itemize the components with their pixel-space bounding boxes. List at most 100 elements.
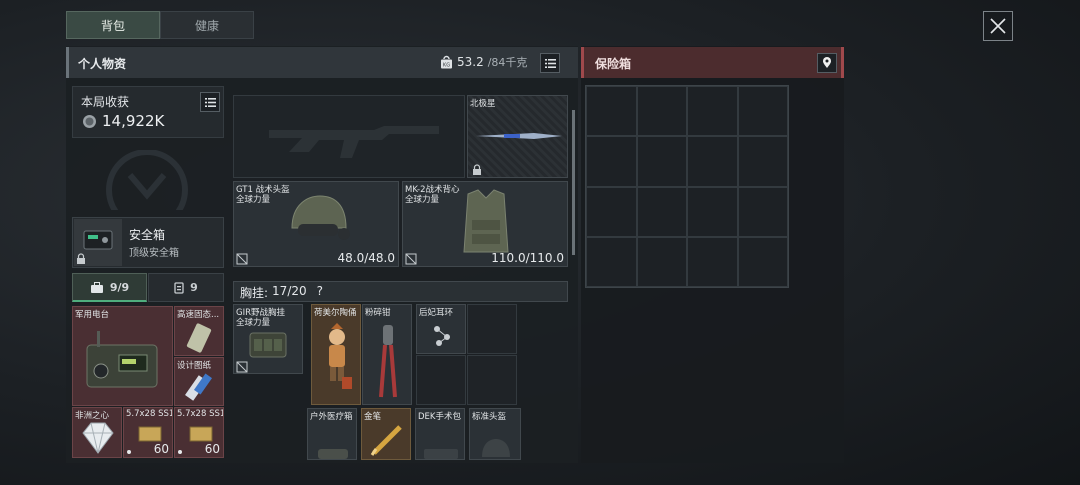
scrollbar[interactable] (572, 110, 575, 255)
rig-item-figurine[interactable]: 荷美尔陶俑 (311, 304, 361, 405)
backpack-item-diamond[interactable]: 非洲之心 (72, 407, 122, 458)
rig-capacity: 9 (190, 281, 198, 294)
chest-rig-capacity: 胸挂: 17/20 ? (240, 284, 323, 301)
chest-rig-count: 17/20 (272, 284, 307, 298)
item-name: 北极星 (470, 99, 496, 109)
loot-value: 14,922K (102, 112, 165, 130)
item-name: DEK手术包 (418, 412, 461, 422)
rig-empty-slot[interactable] (467, 304, 517, 354)
pen-icon (370, 425, 402, 456)
diamond-icon (82, 422, 114, 454)
help-button[interactable]: ? (317, 284, 323, 301)
coin-icon (83, 114, 96, 128)
panel-title: 个人物资 (78, 57, 127, 71)
helmet-durability: 48.0/48.0 (337, 251, 395, 265)
safe-title: 保险箱 (595, 57, 632, 71)
weapon-slot[interactable] (233, 95, 465, 178)
safebox-image (74, 219, 122, 266)
chest-rig-label: 胸挂: (240, 286, 269, 300)
helmet-icon (482, 439, 510, 457)
tab-health[interactable]: 健康 (160, 11, 254, 39)
item-name: 粉碎钳 (365, 308, 391, 318)
rig-item-surgery-kit[interactable]: DEK手术包 (415, 408, 465, 460)
faction-emblem (106, 150, 188, 210)
backpack-item-blueprint[interactable]: 设计图纸 (174, 357, 224, 406)
no-repair-icon (405, 253, 417, 265)
rig-item-earring[interactable]: 后妃耳环 (416, 304, 466, 354)
chest-rig-slot[interactable]: GIR野战胸挂 全球力量 (233, 304, 303, 374)
earring-icon (434, 326, 450, 346)
location-pin-icon (823, 57, 831, 68)
rig-empty-slot[interactable] (467, 355, 517, 405)
backpack-icon (90, 281, 103, 293)
weight-current: 53.2 (457, 55, 484, 69)
helmet-icon (291, 195, 350, 240)
lock-icon (473, 164, 481, 175)
medkit-icon (318, 449, 348, 459)
figurine-icon (329, 323, 352, 389)
list-icon (544, 58, 556, 68)
loot-value-row: 14,922K (82, 112, 164, 130)
backpack-item-radio[interactable]: 军用电台 (72, 306, 173, 406)
helmet-tag: 全球力量 (236, 195, 271, 205)
safebox-tier: 顶级安全箱 (129, 248, 179, 259)
safe-grid[interactable] (585, 85, 789, 288)
list-view-button[interactable] (540, 53, 560, 73)
knife-icon (476, 133, 562, 139)
backpack-item-ssd[interactable]: 高速固态... (174, 306, 224, 356)
item-name: 户外医疗箱 (310, 412, 353, 422)
safebox-name: 安全箱 (129, 228, 166, 242)
rifle-silhouette-icon (269, 126, 439, 158)
no-repair-icon (236, 253, 248, 265)
rig-item-gold-pen[interactable]: 金笔 (361, 408, 411, 460)
backpack-item-ammo-2[interactable]: 5.7x28 SS190 60 (174, 407, 224, 458)
radio-icon (86, 331, 158, 388)
melee-slot[interactable]: 北极星 (467, 95, 568, 178)
close-button[interactable] (983, 11, 1013, 41)
rig-item-medkit[interactable]: 户外医疗箱 (307, 408, 357, 460)
rig-item-standard-helmet[interactable]: 标准头盔 (469, 408, 521, 460)
rig-empty-slot[interactable] (416, 355, 466, 405)
vest-icon (463, 189, 509, 253)
helmet-slot[interactable]: GT1 战术头盔 全球力量 48.0/48.0 (233, 181, 399, 267)
backpack-item-ammo-1[interactable]: 5.7x28 SS190 60 (123, 407, 173, 458)
tab-backpack-capacity[interactable]: 9/9 (72, 273, 147, 302)
item-name: 5.7x28 SS190 (126, 409, 172, 419)
no-repair-icon (236, 361, 248, 373)
weight-max: /84千克 (487, 56, 528, 69)
tab-backpack[interactable]: 背包 (66, 11, 160, 39)
loot-title: 本局收获 (81, 95, 130, 109)
ammo-box-icon (138, 426, 162, 442)
item-name: 后妃耳环 (419, 308, 454, 318)
lock-icon (77, 253, 85, 264)
item-name: 标准头盔 (472, 412, 507, 422)
indicator-dot (178, 450, 182, 454)
backpack-capacity: 9/9 (109, 280, 130, 294)
indicator-dot (127, 450, 131, 454)
surgery-kit-icon (424, 449, 458, 459)
loot-list-button[interactable] (200, 92, 220, 112)
vest-slot[interactable]: MK-2战术背心 全球力量 110.0/110.0 (402, 181, 568, 267)
chest-rig-icon (249, 332, 287, 358)
item-name: 荷美尔陶俑 (314, 308, 357, 318)
ammo-box-icon (189, 426, 213, 442)
list-icon (204, 97, 216, 107)
vest-durability: 110.0/110.0 (491, 251, 564, 265)
locate-button[interactable] (817, 53, 837, 73)
item-name: 5.7x28 SS190 (177, 409, 223, 419)
vest-tag: 全球力量 (405, 195, 440, 205)
item-count: 60 (153, 442, 169, 456)
top-tabs: 背包 健康 (66, 11, 254, 39)
ssd-icon (186, 323, 212, 353)
rig-icon (174, 281, 184, 294)
svg-text:KG: KG (443, 63, 450, 69)
weight-readout: KG 53.2/84千克 (440, 54, 527, 70)
tab-rig-capacity[interactable]: 9 (148, 273, 224, 302)
pliers-icon (379, 325, 397, 398)
rig-item-crusher[interactable]: 粉碎钳 (362, 304, 412, 405)
blueprint-icon (185, 373, 213, 401)
weight-icon: KG (441, 55, 452, 69)
close-icon (990, 18, 1006, 34)
item-name: 军用电台 (75, 310, 110, 320)
item-name: 高速固态... (177, 310, 220, 320)
